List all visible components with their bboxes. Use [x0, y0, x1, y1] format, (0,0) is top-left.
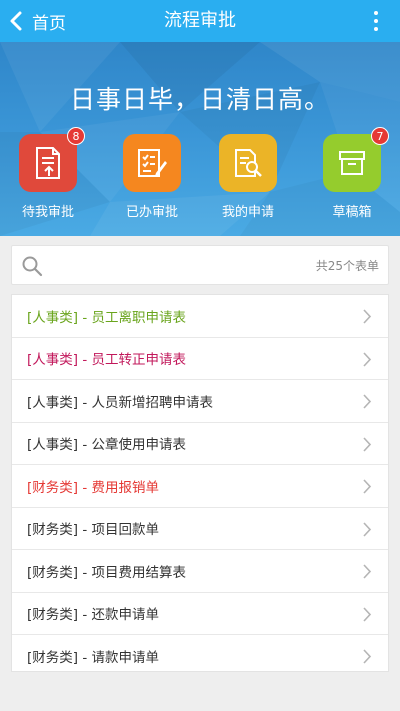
- document-upload-icon: [36, 147, 60, 179]
- list-item-label: [财务类] - 请款申请单: [27, 650, 159, 667]
- list-item[interactable]: [财务类] - 项目回款单: [12, 508, 388, 550]
- search-icon: [22, 256, 43, 277]
- list-item-label: [财务类] - 项目回款单: [27, 522, 159, 539]
- action-tile: 8: [19, 127, 85, 192]
- list-item[interactable]: [人事类] - 员工转正申请表: [12, 338, 388, 380]
- list-item-label: [财务类] - 还款申请单: [27, 607, 159, 624]
- search-input[interactable]: [52, 252, 282, 280]
- action-pending-approval[interactable]: 8 待我审批: [3, 127, 93, 220]
- quick-actions: 8 待我审批 已办审批 我的申请 7 草稿箱: [0, 127, 400, 224]
- list-item-label: [人事类] - 员工离职申请表: [27, 309, 186, 326]
- chevron-right-icon: [363, 309, 372, 324]
- list-item[interactable]: [财务类] - 费用报销单: [12, 465, 388, 508]
- action-label: 待我审批: [21, 205, 74, 220]
- document-search-icon: [235, 149, 262, 177]
- list-item[interactable]: [人事类] - 人员新增招聘申请表: [12, 380, 388, 423]
- form-count: 共25个表单: [315, 259, 379, 273]
- archive-box-icon: [339, 151, 365, 175]
- chevron-right-icon: [363, 351, 372, 367]
- chevron-right-icon: [363, 521, 372, 537]
- action-tile: [123, 134, 181, 192]
- search-bar: 共25个表单: [11, 245, 389, 285]
- list-item[interactable]: [人事类] - 员工离职申请表: [12, 295, 388, 338]
- list-item-label: [人事类] - 人员新增招聘申请表: [27, 394, 213, 411]
- action-tile: [219, 134, 277, 192]
- action-tile: 7: [323, 127, 389, 192]
- chevron-right-icon: [363, 479, 372, 494]
- form-list: [人事类] - 员工离职申请表 [人事类] - 员工转正申请表 [人事类] - …: [11, 294, 389, 672]
- action-label: 已办审批: [125, 205, 178, 220]
- action-label: 草稿箱: [332, 205, 372, 220]
- banner-slogan: 日事日毕，日清日高。: [69, 85, 330, 114]
- chevron-right-icon: [363, 606, 372, 622]
- list-item-label: [财务类] - 费用报销单: [27, 479, 159, 496]
- chevron-right-icon: [363, 649, 372, 664]
- chevron-right-icon: [363, 394, 372, 409]
- action-label: 我的申请: [221, 205, 274, 220]
- top-navbar: 首页 流程审批: [0, 0, 400, 42]
- chevron-right-icon: [363, 436, 372, 452]
- header-banner: 日事日毕，日清日高。 8 待我审批 已办审批 我的申请 7 草稿箱: [0, 42, 400, 236]
- list-item[interactable]: [财务类] - 项目费用结算表: [12, 550, 388, 593]
- action-done-approval[interactable]: 已办审批: [107, 134, 197, 220]
- list-item-label: [人事类] - 公章使用申请表: [27, 437, 186, 454]
- more-menu-icon[interactable]: [372, 11, 380, 31]
- action-drafts[interactable]: 7 草稿箱: [307, 127, 397, 220]
- list-item-label: [财务类] - 项目费用结算表: [27, 564, 186, 581]
- page-title: 流程审批: [164, 10, 236, 31]
- list-item[interactable]: [财务类] - 还款申请单: [12, 593, 388, 635]
- draft-count-badge: 7: [371, 127, 389, 145]
- list-item[interactable]: [人事类] - 公章使用申请表: [12, 423, 388, 465]
- chevron-right-icon: [363, 564, 372, 579]
- list-item-label: [人事类] - 员工转正申请表: [27, 352, 186, 369]
- list-item[interactable]: [财务类] - 请款申请单: [12, 635, 388, 671]
- pending-count-badge: 8: [67, 127, 85, 145]
- action-my-applications[interactable]: 我的申请: [203, 134, 293, 220]
- checklist-edit-icon: [138, 149, 167, 177]
